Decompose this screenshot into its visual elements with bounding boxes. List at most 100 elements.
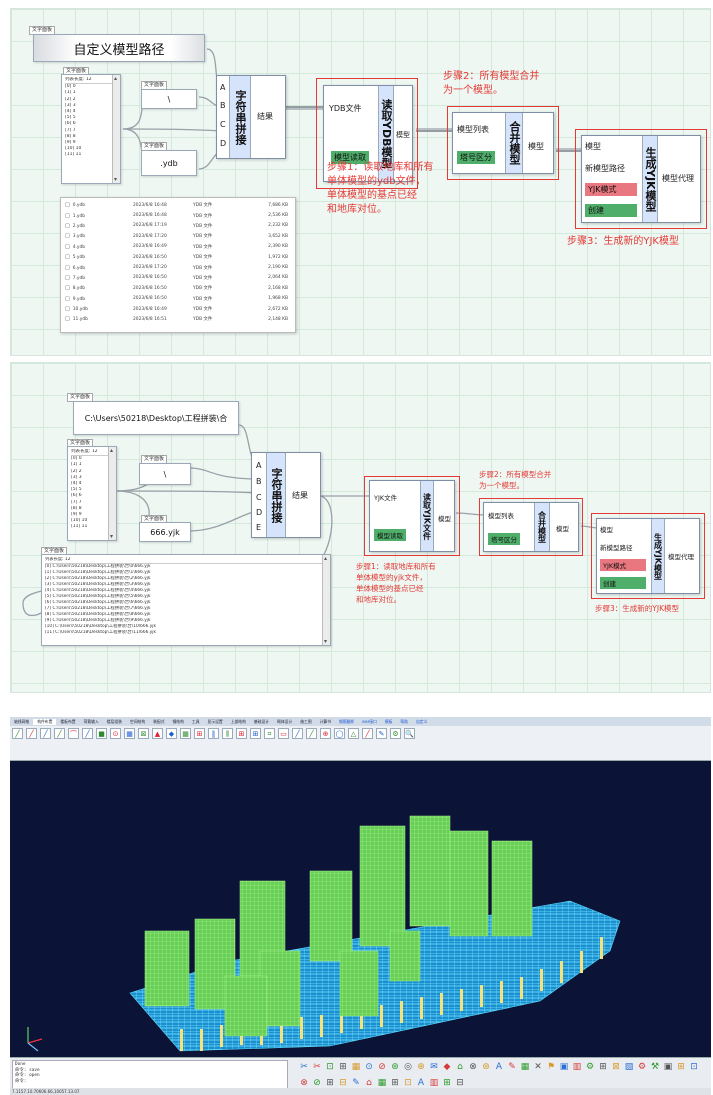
menu-tab[interactable]: 计算书 <box>316 719 335 725</box>
file-row[interactable]: 1.ydb2023/6/8 16:48 YDB 文件 2,536 KB <box>61 210 295 220</box>
toolbar-icon[interactable]: ✉ <box>428 1061 440 1073</box>
ribbon-tool-icon[interactable]: ▦ <box>180 728 191 739</box>
menu-tab[interactable]: 模板 <box>381 719 397 725</box>
concat-port-d[interactable]: D <box>220 139 226 148</box>
toolbar-icon[interactable]: ⌂ <box>454 1061 466 1073</box>
file-row[interactable]: 4.ydb2023/6/8 16:49 YDB 文件 2,390 KB <box>61 242 295 252</box>
toolbar-icon[interactable]: ⊞ <box>597 1061 609 1073</box>
merge-model-component[interactable]: 模型列表 塔号区分 合并模型 模型 <box>452 112 554 174</box>
concat2-port-a[interactable]: A <box>256 461 261 470</box>
ribbon-tool-icon[interactable]: ╱ <box>362 728 373 739</box>
merge-input-tower[interactable]: 塔号区分 <box>457 151 495 164</box>
ribbon-tool-icon[interactable]: ▲ <box>152 728 163 739</box>
concat-output[interactable]: 结果 <box>257 111 273 122</box>
concat2-output[interactable]: 结果 <box>292 490 308 501</box>
ribbon-tool-icon[interactable]: ⊞ <box>250 728 261 739</box>
ribbon-tool-icon[interactable]: ⊞ <box>236 728 247 739</box>
file-row[interactable]: 10.ydb2023/6/8 16:49 YDB 文件 2,672 KB <box>61 304 295 314</box>
file-row[interactable]: 8.ydb2023/6/8 16:50 YDB 文件 2,168 KB <box>61 283 295 293</box>
file-row[interactable]: 6.ydb2023/6/8 17:20 YDB 文件 2,190 KB <box>61 262 295 272</box>
menu-tab[interactable]: 装配式 <box>149 719 168 725</box>
concat2-port-e[interactable]: E <box>256 523 261 532</box>
toolbar-icon[interactable]: ⊞ <box>675 1061 687 1073</box>
toolbar-icon[interactable]: ▥ <box>571 1061 583 1073</box>
gen-input-create[interactable]: 创建 <box>585 204 637 217</box>
concat-port-b[interactable]: B <box>220 101 226 110</box>
toolbar-icon[interactable]: ▦ <box>519 1061 531 1073</box>
gen2-input-path[interactable]: 新模型路径 <box>600 542 633 552</box>
toolbar-icon[interactable]: ⊘ <box>376 1061 388 1073</box>
toolbar-icon[interactable]: ◆ <box>441 1061 453 1073</box>
menu-tab[interactable]: 楼层组装 <box>103 719 126 725</box>
ribbon-tool-icon[interactable]: ■ <box>96 728 107 739</box>
gen-input-path[interactable]: 新模型路径 <box>585 163 625 174</box>
toolbar-icon[interactable]: ⊘ <box>311 1077 323 1089</box>
index-list-panel-2[interactable]: 列表长度: 12 [0] 0 [1] 1 [2] 2 [3] 3 [4] 4 [5] 5[… <box>67 446 117 541</box>
menu-tab[interactable]: 上部结构 <box>227 719 250 725</box>
list-scrollbar[interactable] <box>112 75 120 183</box>
toolbar-icon[interactable]: ⊟ <box>337 1077 349 1089</box>
toolbar-icon[interactable]: ⊕ <box>415 1061 427 1073</box>
toolbar-icon[interactable]: ◎ <box>402 1061 414 1073</box>
gen-input-model[interactable]: 模型 <box>585 141 601 152</box>
toolbar-icon[interactable]: ⚙ <box>636 1061 648 1073</box>
ribbon-tool-icon[interactable]: 🔍 <box>404 728 415 739</box>
generate-yjk-component[interactable]: 模型 新模型路径 YJK模式 创建 生成YJK模型 模型代理 <box>581 135 701 223</box>
ribbon-tool-icon[interactable]: ⚙ <box>390 728 401 739</box>
file-row[interactable]: 11.ydb2023/6/8 16:51 YDB 文件 2,148 KB <box>61 314 295 324</box>
toolbar-icon[interactable]: ⚑ <box>545 1061 557 1073</box>
menu-tab[interactable]: 构件布置 <box>33 718 57 725</box>
ribbon-tool-icon[interactable]: ╱ <box>12 728 23 739</box>
separator-panel[interactable]: \ <box>141 89 197 109</box>
result-scrollbar[interactable] <box>322 555 330 645</box>
ribbon-tool-icon[interactable]: ✎ <box>376 728 387 739</box>
ribbon-tool-icon[interactable]: ⊕ <box>320 728 331 739</box>
toolbar-icon[interactable]: ⊞ <box>324 1077 336 1089</box>
toolbar-icon[interactable]: ▧ <box>623 1061 635 1073</box>
ribbon-tool-icon[interactable]: ╱ <box>306 728 317 739</box>
read2-input-file[interactable]: YJK文件 <box>374 492 397 502</box>
toolbar-icon[interactable]: ⊡ <box>402 1077 414 1089</box>
menu-tab[interactable]: 荷载输入 <box>80 719 103 725</box>
file-row[interactable]: 5.ydb2023/6/8 16:50 YDB 文件 1,972 KB <box>61 252 295 262</box>
file-row[interactable]: 0.ydb2023/6/8 16:48 YDB 文件 7,686 KB <box>61 200 295 210</box>
ribbon-tool-icon[interactable]: ╱ <box>82 728 93 739</box>
ribbon-tool-icon[interactable]: ⌒ <box>68 728 79 739</box>
merge2-input-tower[interactable]: 塔号区分 <box>488 533 520 545</box>
merge-model-component-2[interactable]: 模型列表 塔号区分 合并模型 模型 <box>483 502 579 552</box>
file-row[interactable]: 2.ydb2023/6/8 17:19 YDB 文件 2,232 KB <box>61 221 295 231</box>
toolbar-icon[interactable]: ✂ <box>311 1061 323 1073</box>
concat2-port-d[interactable]: D <box>256 508 262 517</box>
toolbar-icon[interactable]: ▥ <box>428 1077 440 1089</box>
toolbar-icon[interactable]: A <box>493 1061 505 1073</box>
toolbar-icon[interactable]: ⚙ <box>584 1061 596 1073</box>
concat-port-c[interactable]: C <box>220 120 226 129</box>
merge-output[interactable]: 模型 <box>528 141 544 152</box>
index-list-panel[interactable]: 列表长度: 12 [0] 0 [1] 1 [2] 2 [3] 3 [4] 4 [5] 5[… <box>61 74 121 184</box>
menu-tab[interactable]: 帮助 <box>396 719 412 725</box>
generate-yjk-component-2[interactable]: 模型 新模型路径 YJK模式 创建 生成YJK模型 模型代理 <box>596 518 700 594</box>
gen2-input-mode[interactable]: YJK模式 <box>600 559 646 571</box>
read2-input-toggle[interactable]: 模型读取 <box>374 529 406 541</box>
gen-output[interactable]: 模型代理 <box>662 173 694 184</box>
file-row[interactable]: 7.ydb2023/6/8 16:50 YDB 文件 2,064 KB <box>61 273 295 283</box>
model-viewport[interactable] <box>10 761 711 1057</box>
ribbon-tool-icon[interactable]: ⊠ <box>138 728 149 739</box>
extension-panel-2[interactable]: 666.yjk <box>139 522 191 542</box>
separator-panel-2[interactable]: \ <box>139 463 191 485</box>
toolbar-icon[interactable]: ✎ <box>350 1077 362 1089</box>
ribbon-tool-icon[interactable]: ⌗ <box>264 728 275 739</box>
merge2-output[interactable]: 模型 <box>556 523 569 533</box>
toolbar-icon[interactable]: ✎ <box>506 1061 518 1073</box>
ribbon-tool-icon[interactable]: ╱ <box>40 728 51 739</box>
toolbar-icon[interactable]: ⊛ <box>389 1061 401 1073</box>
toolbar-icon[interactable]: ▦ <box>350 1061 362 1073</box>
ribbon-tool-icon[interactable]: △ <box>348 728 359 739</box>
toolbar-icon[interactable]: ⊡ <box>688 1061 700 1073</box>
menu-tab[interactable]: 楼板布置 <box>56 719 79 725</box>
result-path-panel[interactable]: 列表长度: 12 [0] C:\Users\50218\Desktop\工程拼装… <box>41 554 331 646</box>
ribbon-tool-icon[interactable]: ⫼ <box>222 728 233 739</box>
toolbar-icon[interactable]: ⊙ <box>363 1061 375 1073</box>
ribbon-tool-icon[interactable]: ◆ <box>166 728 177 739</box>
file-row[interactable]: 9.ydb2023/6/8 16:50 YDB 文件 1,968 KB <box>61 294 295 304</box>
